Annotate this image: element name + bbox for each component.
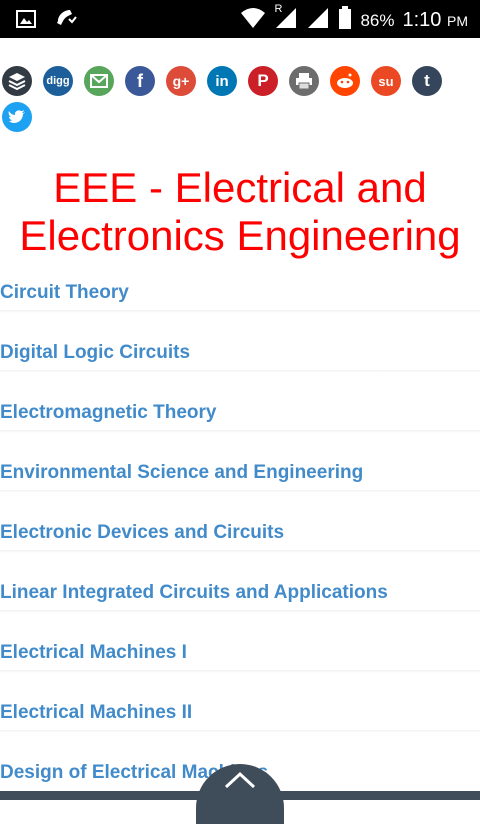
divider	[0, 550, 480, 553]
list-item: Digital Logic Circuits	[0, 338, 480, 398]
list-item: Electrical Machines II	[0, 698, 480, 758]
linkedin-icon[interactable]: in	[207, 66, 237, 96]
subject-list: Circuit Theory Digital Logic Circuits El…	[0, 278, 480, 818]
roaming-indicator: R	[274, 3, 283, 15]
list-item: Electromagnetic Theory	[0, 398, 480, 458]
subject-link-electrical-machines-1[interactable]: Electrical Machines I	[0, 642, 187, 664]
divider	[0, 490, 480, 493]
share-bar: digg f g+ in P su t	[2, 66, 478, 138]
list-item: Environmental Science and Engineering	[0, 458, 480, 518]
divider	[0, 310, 480, 313]
divider	[0, 370, 480, 373]
image-icon	[16, 9, 36, 34]
share-row: digg f g+ in P su t	[2, 66, 478, 98]
pinterest-label: P	[257, 71, 269, 90]
facebook-icon[interactable]: f	[125, 66, 155, 96]
page-title: EEE - Electrical and Electronics Enginee…	[19, 164, 461, 259]
missed-call-icon	[54, 7, 78, 36]
linkedin-label: in	[215, 72, 229, 90]
print-icon[interactable]	[289, 66, 319, 96]
subject-link-electronic-devices[interactable]: Electronic Devices and Circuits	[0, 522, 284, 544]
subject-link-environmental-science[interactable]: Environmental Science and Engineering	[0, 462, 363, 484]
stumbleupon-icon[interactable]: su	[371, 66, 401, 96]
divider	[0, 670, 480, 673]
share-row	[2, 102, 478, 134]
googleplus-label: g+	[172, 73, 190, 89]
list-item: Electrical Machines I	[0, 638, 480, 698]
reddit-icon[interactable]	[330, 66, 360, 96]
list-item: Circuit Theory	[0, 278, 480, 338]
email-icon[interactable]	[84, 66, 114, 96]
subject-link-circuit-theory[interactable]: Circuit Theory	[0, 282, 129, 304]
facebook-label: f	[137, 70, 143, 91]
wifi-icon	[240, 7, 266, 34]
status-left	[16, 7, 78, 36]
buffer-icon[interactable]	[2, 66, 32, 96]
googleplus-icon[interactable]: g+	[166, 66, 196, 96]
subject-link-digital-logic-circuits[interactable]: Digital Logic Circuits	[0, 342, 190, 364]
pinterest-icon[interactable]: P	[248, 66, 278, 96]
digg-icon[interactable]: digg	[43, 66, 73, 96]
status-bar: R 86% 1:10 PM	[0, 0, 480, 38]
battery-percent: 86%	[360, 10, 395, 30]
digg-label: digg	[46, 75, 70, 87]
subject-link-linear-integrated-circuits[interactable]: Linear Integrated Circuits and Applicati…	[0, 582, 388, 604]
chevron-up-icon	[222, 770, 258, 824]
subject-link-electromagnetic-theory[interactable]: Electromagnetic Theory	[0, 402, 216, 424]
battery-icon	[338, 6, 352, 35]
tumblr-label: t	[424, 71, 430, 90]
clock: 1:10 PM	[403, 9, 469, 32]
stumbleupon-label: su	[378, 73, 394, 89]
clock-time: 1:10	[402, 9, 442, 31]
clock-ampm: PM	[447, 13, 468, 29]
list-item: Linear Integrated Circuits and Applicati…	[0, 578, 480, 638]
status-right: R 86% 1:10 PM	[240, 3, 469, 35]
subject-link-electrical-machines-2[interactable]: Electrical Machines II	[0, 702, 192, 724]
signal-icon: R	[274, 3, 298, 34]
twitter-icon[interactable]	[2, 102, 32, 132]
tumblr-icon[interactable]: t	[412, 66, 442, 96]
divider	[0, 610, 480, 613]
list-item: Electronic Devices and Circuits	[0, 518, 480, 578]
divider	[0, 730, 480, 733]
signal-icon	[306, 7, 330, 34]
divider	[0, 430, 480, 433]
